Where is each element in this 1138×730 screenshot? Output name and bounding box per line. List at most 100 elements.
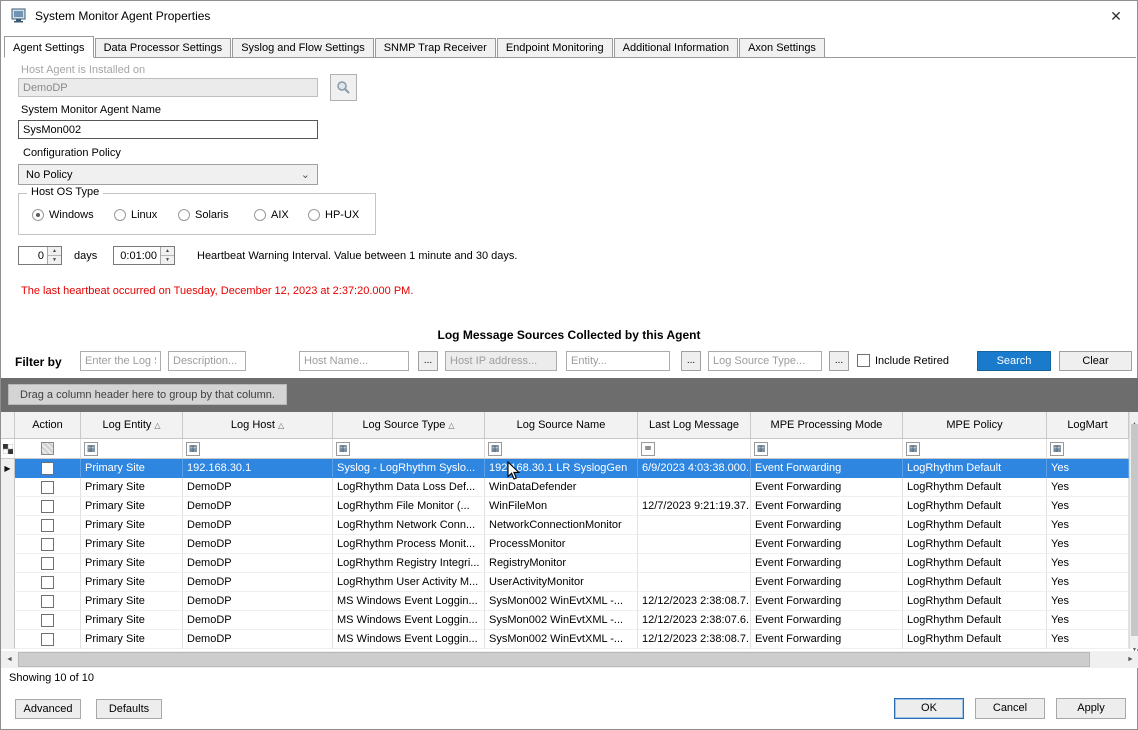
- filter-cell-logmart[interactable]: [1047, 439, 1129, 458]
- entity-browse-button[interactable]: ...: [681, 351, 701, 371]
- filter-cell-log-source-type[interactable]: [333, 439, 485, 458]
- filter-cell-mpe-processing-mode[interactable]: [751, 439, 903, 458]
- filter-log-source-type-input[interactable]: [708, 351, 822, 371]
- filter-cell-last-log-message[interactable]: [638, 439, 751, 458]
- heartbeat-days-stepper[interactable]: 0: [18, 246, 62, 265]
- close-icon[interactable]: [1105, 5, 1127, 27]
- tab-syslog-and-flow-settings[interactable]: Syslog and Flow Settings: [232, 38, 374, 57]
- filter-cell-log-entity[interactable]: [81, 439, 183, 458]
- tab-data-processor-settings[interactable]: Data Processor Settings: [95, 38, 232, 57]
- ok-button[interactable]: OK: [894, 698, 964, 719]
- column-header-log-entity[interactable]: Log Entity: [81, 412, 183, 438]
- os-radio-aix[interactable]: AIX: [254, 209, 289, 221]
- os-radio-windows[interactable]: Windows: [32, 209, 94, 221]
- filter-icon[interactable]: [488, 442, 502, 456]
- advanced-button[interactable]: Advanced: [15, 699, 81, 719]
- apply-button[interactable]: Apply: [1056, 698, 1126, 719]
- column-header-log-host[interactable]: Log Host: [183, 412, 333, 438]
- heartbeat-interval-stepper[interactable]: 0:01:00: [113, 246, 175, 265]
- agent-name-input[interactable]: [18, 120, 318, 139]
- tab-additional-information[interactable]: Additional Information: [614, 38, 738, 57]
- filter-icon[interactable]: [84, 442, 98, 456]
- row-checkbox[interactable]: [41, 633, 54, 646]
- filter-cell-mpe-policy[interactable]: [903, 439, 1047, 458]
- table-row[interactable]: Primary Site192.168.30.1Syslog - LogRhyt…: [1, 459, 1129, 478]
- row-action-cell[interactable]: [15, 497, 81, 516]
- row-action-cell[interactable]: [15, 592, 81, 611]
- row-checkbox[interactable]: [41, 614, 54, 627]
- row-checkbox[interactable]: [41, 481, 54, 494]
- table-row[interactable]: Primary SiteDemoDPLogRhythm Registry Int…: [1, 554, 1129, 573]
- table-row[interactable]: Primary SiteDemoDPMS Windows Event Loggi…: [1, 592, 1129, 611]
- vertical-scrollbar-thumb[interactable]: [1131, 424, 1138, 636]
- spinner-up-icon[interactable]: [48, 247, 61, 256]
- row-action-cell[interactable]: [15, 535, 81, 554]
- clear-button[interactable]: Clear: [1059, 351, 1132, 371]
- filter-icon[interactable]: [754, 442, 768, 456]
- row-action-cell[interactable]: [15, 459, 81, 478]
- filter-cell-log-host[interactable]: [183, 439, 333, 458]
- search-button[interactable]: Search: [977, 351, 1051, 371]
- defaults-button[interactable]: Defaults: [96, 699, 162, 719]
- filter-icon[interactable]: [336, 442, 350, 456]
- filter-cell-log-source-name[interactable]: [485, 439, 638, 458]
- os-radio-hpux[interactable]: HP-UX: [308, 209, 359, 221]
- equals-filter-icon[interactable]: [641, 442, 655, 456]
- row-checkbox[interactable]: [41, 500, 54, 513]
- column-header-log-source-name[interactable]: Log Source Name: [485, 412, 638, 438]
- scroll-up-icon[interactable]: [1130, 412, 1138, 423]
- filter-log-source-input[interactable]: [80, 351, 161, 371]
- browse-host-button[interactable]: [330, 74, 357, 101]
- log-source-type-browse-button[interactable]: ...: [829, 351, 849, 371]
- tab-snmp-trap-receiver[interactable]: SNMP Trap Receiver: [375, 38, 496, 57]
- row-action-cell[interactable]: [15, 516, 81, 535]
- row-action-cell[interactable]: [15, 611, 81, 630]
- os-radio-solaris[interactable]: Solaris: [178, 209, 229, 221]
- row-checkbox[interactable]: [41, 538, 54, 551]
- include-retired-checkbox[interactable]: [857, 354, 870, 367]
- table-row[interactable]: Primary SiteDemoDPLogRhythm File Monitor…: [1, 497, 1129, 516]
- column-header-mpe-processing-mode[interactable]: MPE Processing Mode: [751, 412, 903, 438]
- column-header-action[interactable]: Action: [15, 412, 81, 438]
- cancel-button[interactable]: Cancel: [975, 698, 1045, 719]
- vertical-scrollbar[interactable]: [1129, 412, 1138, 649]
- spinner-down-icon[interactable]: [48, 256, 61, 264]
- filter-icon[interactable]: [906, 442, 920, 456]
- table-row[interactable]: Primary SiteDemoDPLogRhythm Process Moni…: [1, 535, 1129, 554]
- scroll-down-icon[interactable]: [1130, 638, 1138, 649]
- config-policy-dropdown[interactable]: No Policy: [18, 164, 318, 185]
- row-checkbox[interactable]: [41, 576, 54, 589]
- filter-description-input[interactable]: [168, 351, 246, 371]
- scroll-left-icon[interactable]: [1, 651, 18, 668]
- horizontal-scrollbar-thumb[interactable]: [18, 652, 1090, 667]
- column-header-logmart[interactable]: LogMart: [1047, 412, 1129, 438]
- spinner-down-icon[interactable]: [161, 256, 174, 264]
- spinner-up-icon[interactable]: [161, 247, 174, 256]
- filter-host-name-input[interactable]: [299, 351, 409, 371]
- table-row[interactable]: Primary SiteDemoDPLogRhythm Data Loss De…: [1, 478, 1129, 497]
- filter-icon[interactable]: [1050, 442, 1064, 456]
- row-checkbox[interactable]: [41, 519, 54, 532]
- indeterminate-checkbox-icon[interactable]: [41, 442, 54, 455]
- filter-entity-input[interactable]: [566, 351, 670, 371]
- column-header-mpe-policy[interactable]: MPE Policy: [903, 412, 1047, 438]
- column-header-log-source-type[interactable]: Log Source Type: [333, 412, 485, 438]
- row-action-cell[interactable]: [15, 554, 81, 573]
- scroll-right-icon[interactable]: [1122, 651, 1138, 668]
- table-row[interactable]: Primary SiteDemoDPLogRhythm Network Conn…: [1, 516, 1129, 535]
- row-checkbox[interactable]: [41, 557, 54, 570]
- row-checkbox[interactable]: [41, 595, 54, 608]
- row-action-cell[interactable]: [15, 573, 81, 592]
- tab-agent-settings[interactable]: Agent Settings: [4, 36, 94, 58]
- row-action-cell[interactable]: [15, 478, 81, 497]
- row-checkbox[interactable]: [41, 462, 54, 475]
- tab-endpoint-monitoring[interactable]: Endpoint Monitoring: [497, 38, 613, 57]
- filter-icon[interactable]: [186, 442, 200, 456]
- horizontal-scrollbar[interactable]: [1, 651, 1138, 668]
- filter-action-cell[interactable]: [15, 439, 81, 458]
- tab-axon-settings[interactable]: Axon Settings: [739, 38, 825, 57]
- include-retired-option[interactable]: Include Retired: [857, 354, 949, 367]
- column-header-last-log-message[interactable]: Last Log Message: [638, 412, 751, 438]
- table-row[interactable]: Primary SiteDemoDPMS Windows Event Loggi…: [1, 611, 1129, 630]
- os-radio-linux[interactable]: Linux: [114, 209, 157, 221]
